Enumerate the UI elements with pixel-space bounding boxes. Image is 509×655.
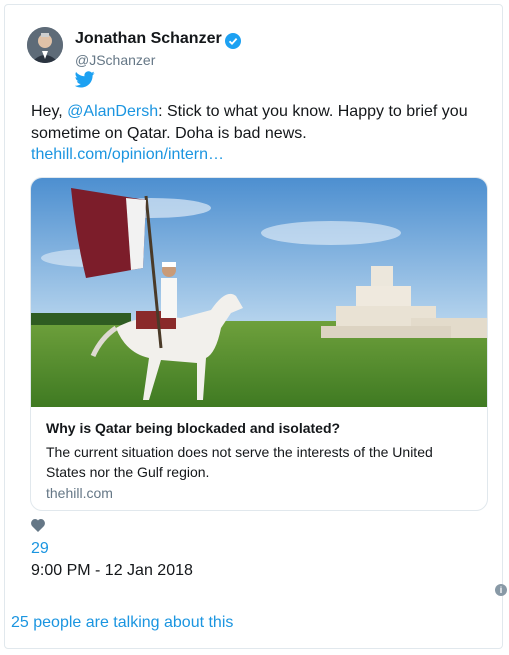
like-count[interactable]: 29: [31, 540, 49, 558]
tweet-greeting: Hey,: [31, 103, 68, 120]
info-icon[interactable]: i: [495, 584, 507, 596]
preview-domain: thehill.com: [46, 485, 113, 501]
tweet-text: Hey, @AlanDersh: Stick to what you know.…: [31, 101, 491, 145]
preview-image: [31, 178, 487, 407]
mention-link[interactable]: @AlanDersh: [67, 103, 158, 120]
preview-description: The current situation does not serve the…: [46, 444, 433, 480]
tweet-timestamp[interactable]: 9:00 PM - 12 Jan 2018: [31, 562, 193, 580]
verified-badge-icon: [225, 33, 241, 49]
avatar-image: [27, 27, 63, 63]
tweet-link[interactable]: thehill.com/opinion/intern…: [31, 146, 224, 164]
author-handle[interactable]: @JSchanzer: [75, 52, 155, 68]
link-preview-card[interactable]: Why is Qatar being blockaded and isolate…: [30, 177, 488, 511]
heart-icon[interactable]: [31, 519, 45, 532]
embedded-tweet: Jonathan Schanzer @JSchanzer Hey, @AlanD…: [4, 4, 507, 649]
author-name[interactable]: Jonathan Schanzer: [75, 30, 222, 48]
talking-about-link[interactable]: 25 people are talking about this: [11, 614, 233, 632]
avatar[interactable]: [27, 27, 63, 63]
preview-title[interactable]: Why is Qatar being blockaded and isolate…: [46, 420, 340, 436]
twitter-bird-icon[interactable]: [75, 71, 95, 88]
